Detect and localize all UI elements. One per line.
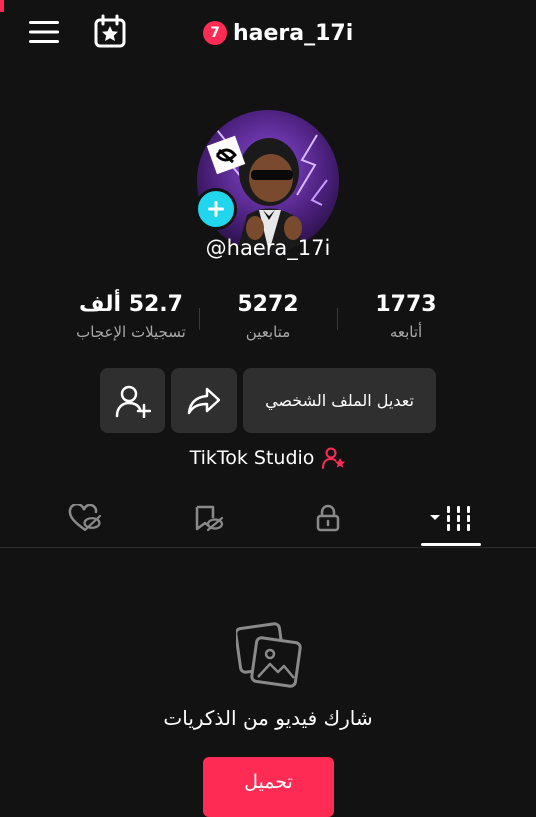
tiktok-studio-link[interactable]: TikTok Studio xyxy=(0,446,536,470)
tab-private[interactable] xyxy=(298,498,358,538)
heart-hidden-icon xyxy=(68,504,102,532)
photos-icon xyxy=(234,622,302,688)
tab-reposts[interactable] xyxy=(178,498,238,538)
following-count: 1773 xyxy=(375,292,437,317)
top-bar: 7 haera_17i xyxy=(0,0,536,64)
grid-icon xyxy=(430,506,470,531)
lock-icon xyxy=(316,504,340,532)
followers-count: 5272 xyxy=(237,292,299,317)
menu-button[interactable] xyxy=(28,18,60,46)
calendar-star-button[interactable] xyxy=(92,14,128,50)
username-title: haera_17i xyxy=(233,20,354,46)
edit-profile-button[interactable]: تعديل الملف الشخصي xyxy=(243,368,436,433)
profile-handle: @haera_17i xyxy=(205,236,331,260)
following-stat[interactable]: 1773 أتابعه xyxy=(364,290,448,344)
calendar-star-icon xyxy=(94,14,126,48)
following-label: أتابعه xyxy=(389,323,423,341)
studio-label: TikTok Studio xyxy=(189,447,315,469)
active-tab-indicator xyxy=(421,543,481,546)
avatar[interactable] xyxy=(197,110,339,252)
likes-label: تسجيلات الإعجاب xyxy=(76,323,186,341)
likes-stat[interactable]: 52.7 ألف تسجيلات الإعجاب xyxy=(56,290,206,344)
add-user-icon xyxy=(115,385,151,418)
profile-title[interactable]: 7 haera_17i xyxy=(203,18,353,48)
share-profile-button[interactable] xyxy=(171,368,237,433)
plus-icon xyxy=(208,201,224,217)
add-story-button[interactable] xyxy=(195,188,237,230)
empty-state-message: شارك فيديو من الذكريات xyxy=(163,706,373,730)
tab-separator xyxy=(0,547,536,548)
user-star-icon xyxy=(322,447,346,469)
notification-badge: 7 xyxy=(203,21,227,45)
add-friends-button[interactable] xyxy=(100,368,165,433)
avatar-image xyxy=(197,110,339,252)
stat-divider xyxy=(337,308,338,330)
upload-button[interactable]: تحميل xyxy=(203,757,334,817)
hidden-bookmark-icon xyxy=(195,505,224,532)
tab-videos[interactable] xyxy=(421,498,481,538)
hamburger-menu-icon xyxy=(29,21,59,43)
followers-label: متابعين xyxy=(245,323,291,341)
followers-stat[interactable]: 5272 متابعين xyxy=(222,290,314,344)
likes-count: 52.7 ألف xyxy=(79,292,183,317)
share-arrow-icon xyxy=(187,387,221,414)
tab-liked[interactable] xyxy=(55,498,115,538)
